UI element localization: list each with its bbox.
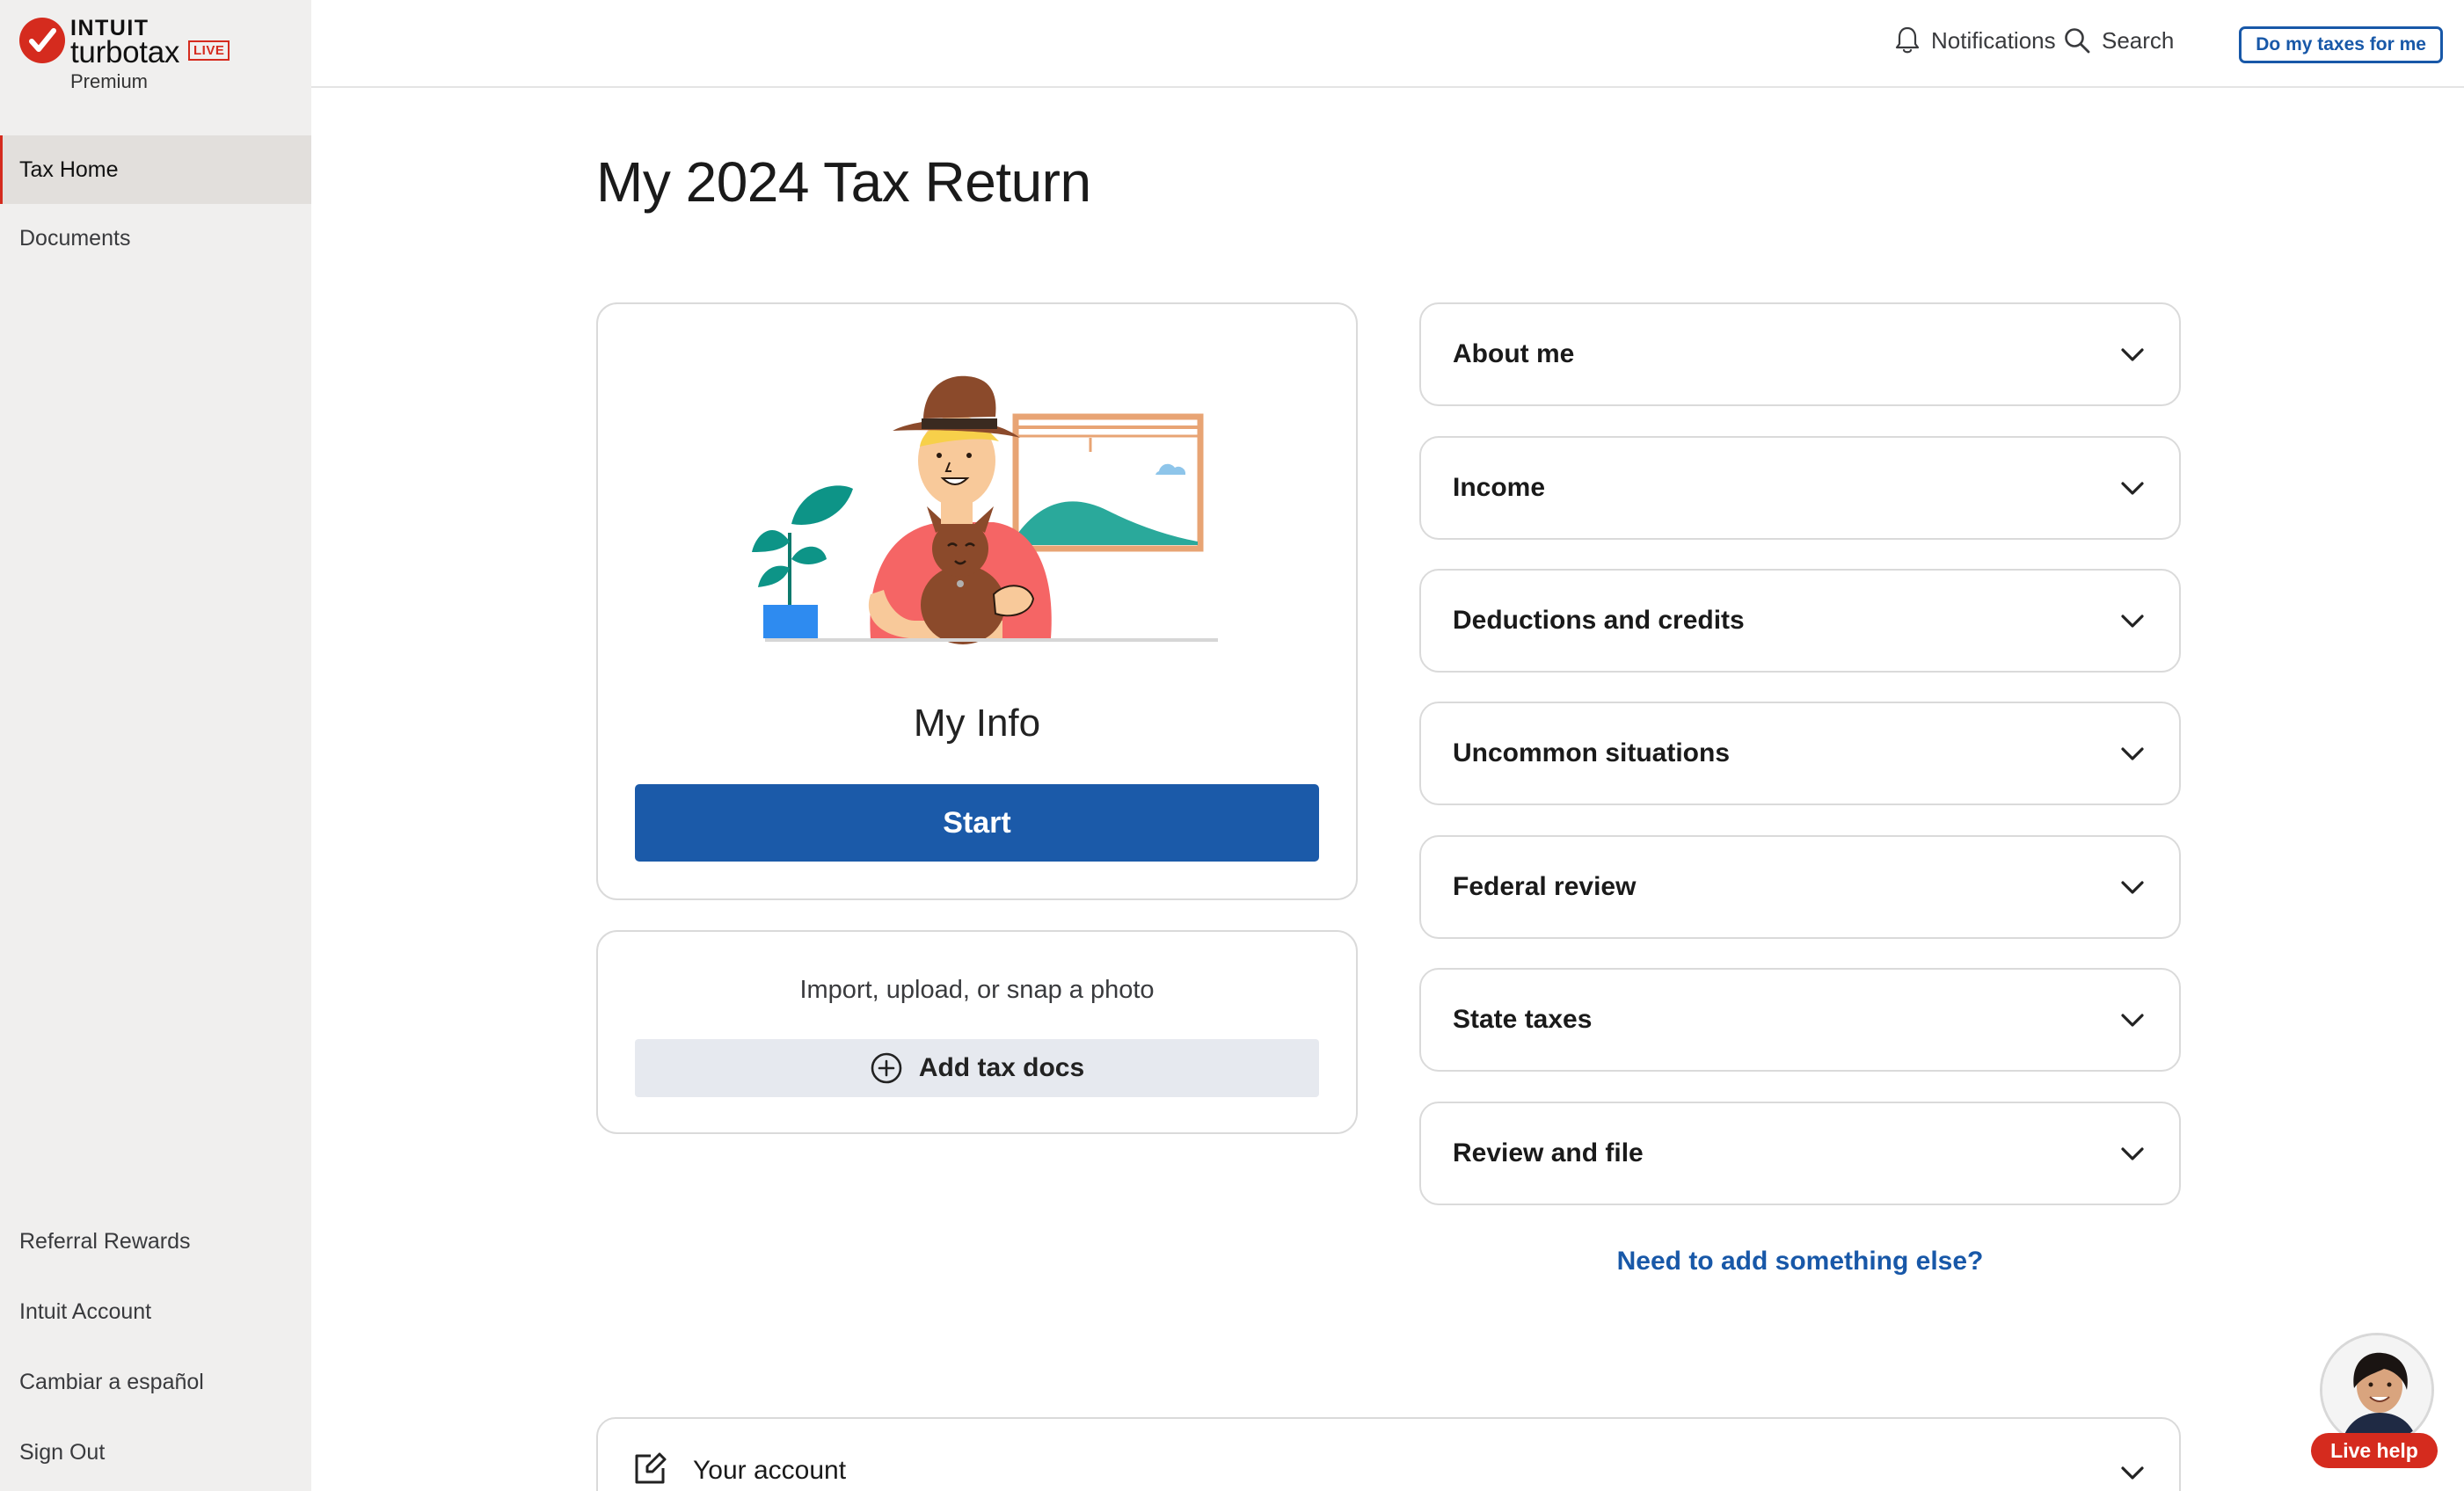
sidebar-nav: Tax Home Documents [0,135,311,273]
section-state-taxes[interactable]: State taxes [1419,968,2181,1072]
start-button[interactable]: Start [635,784,1319,862]
chevron-down-icon [2121,615,2144,628]
tax-docs-card: Import, upload, or snap a photo Add tax … [596,930,1358,1134]
add-tax-docs-button[interactable]: Add tax docs [635,1039,1319,1097]
your-account-section[interactable]: Your account [596,1417,2181,1491]
my-info-card: My Info Start [596,302,1358,900]
section-about-me[interactable]: About me [1419,302,2181,406]
live-badge: LIVE [188,40,230,61]
section-label: Federal review [1453,872,1637,901]
bell-icon [1895,26,1920,54]
turbotax-logo[interactable]: INTUIT turbotax LIVE Premium [19,16,301,104]
chevron-down-icon [2121,1466,2144,1480]
chevron-down-icon [2121,482,2144,495]
live-help-label: Live help [2311,1433,2438,1468]
sidebar-item-referral-rewards[interactable]: Referral Rewards [0,1206,311,1276]
section-federal-review[interactable]: Federal review [1419,835,2181,939]
sidebar-item-language[interactable]: Cambiar a español [0,1347,311,1417]
section-label: About me [1453,339,1575,368]
section-income[interactable]: Income [1419,436,2181,540]
top-header: Notifications Search Do my taxes for me [311,0,2464,88]
sidebar-item-sign-out[interactable]: Sign Out [0,1417,311,1487]
search-button[interactable]: Search [2063,23,2174,58]
chevron-down-icon [2121,1014,2144,1027]
person-with-dog-illustration [752,375,1218,644]
section-review-and-file[interactable]: Review and file [1419,1102,2181,1205]
section-label: State taxes [1453,1005,1593,1034]
sidebar: INTUIT turbotax LIVE Premium Tax Home Do… [0,0,311,1491]
live-help-button[interactable]: Live help [2311,1333,2438,1473]
section-label: Review and file [1453,1138,1644,1167]
logo-product-name: turbotax [70,35,180,69]
tax-docs-prompt: Import, upload, or snap a photo [799,976,1155,1004]
edit-icon [635,1452,667,1484]
need-to-add-something-link[interactable]: Need to add something else? [1419,1247,2181,1276]
search-label: Search [2102,26,2175,54]
chevron-down-icon [2121,1147,2144,1160]
your-account-label: Your account [693,1456,847,1485]
section-uncommon-situations[interactable]: Uncommon situations [1419,702,2181,805]
section-deductions-and-credits[interactable]: Deductions and credits [1419,569,2181,673]
checkmark-logo-icon [19,18,65,63]
plus-circle-icon [871,1052,902,1084]
section-label: Income [1453,473,1546,502]
chevron-down-icon [2121,747,2144,760]
add-tax-docs-label: Add tax docs [918,1053,1085,1082]
section-label: Uncommon situations [1453,738,1731,767]
expert-avatar [2320,1333,2434,1447]
chevron-down-icon [2121,348,2144,361]
notifications-button[interactable]: Notifications [1894,23,2056,58]
my-info-title: My Info [913,702,1041,745]
page-title: My 2024 Tax Return [596,150,1091,214]
section-label: Deductions and credits [1453,606,1745,635]
sidebar-item-intuit-account[interactable]: Intuit Account [0,1276,311,1347]
do-my-taxes-button[interactable]: Do my taxes for me [2239,26,2443,63]
sidebar-footer-nav: Referral Rewards Intuit Account Cambiar … [0,1206,311,1487]
search-icon [2065,28,2090,54]
edition-label: Premium [70,70,149,92]
chevron-down-icon [2121,881,2144,894]
sidebar-item-documents[interactable]: Documents [0,204,311,273]
notifications-label: Notifications [1931,26,2056,54]
sidebar-item-tax-home[interactable]: Tax Home [0,135,311,204]
